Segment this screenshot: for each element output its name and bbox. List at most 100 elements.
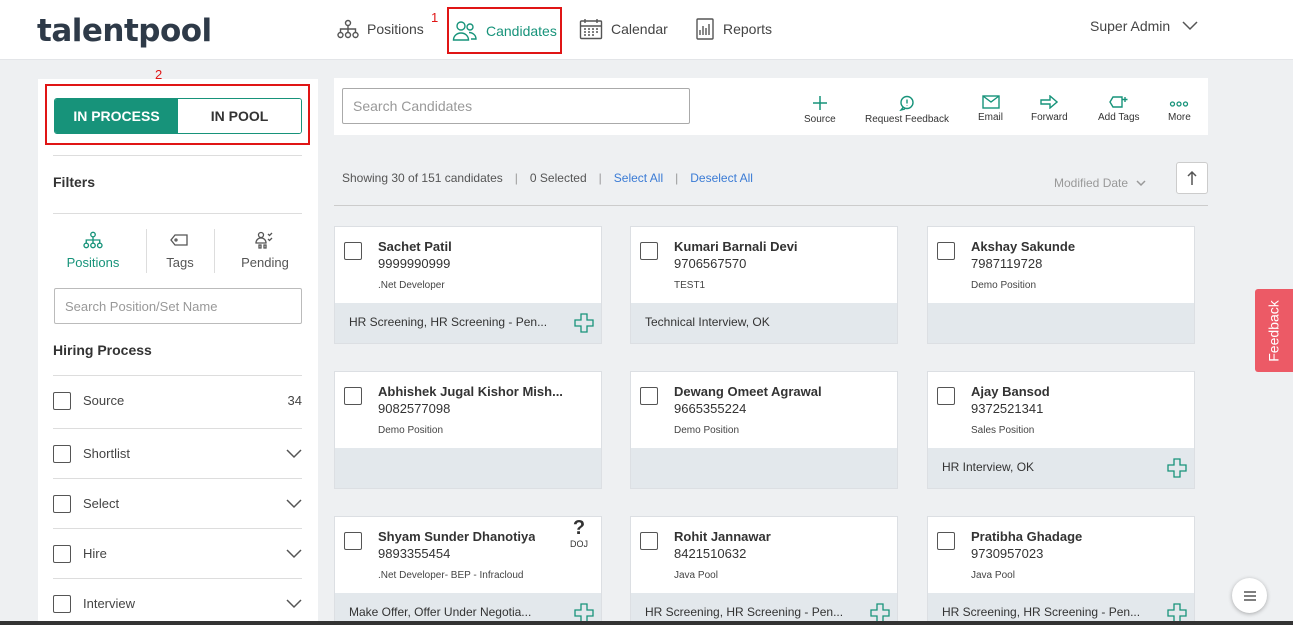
- candidate-card[interactable]: Sachet Patil 9999990999 .Net Developer H…: [334, 226, 602, 344]
- in-process-button[interactable]: IN PROCESS: [55, 99, 178, 133]
- nav-candidates[interactable]: Candidates: [447, 7, 562, 54]
- move-stage-icon[interactable]: [574, 603, 594, 623]
- candidate-checkbox[interactable]: [640, 242, 658, 260]
- candidate-checkbox[interactable]: [344, 242, 362, 260]
- candidate-name[interactable]: Pratibha Ghadage: [971, 529, 1082, 544]
- email-button[interactable]: Email: [978, 95, 1003, 123]
- separator: |: [675, 171, 679, 185]
- filter-sidebar: IN PROCESS IN POOL Filters Positions Tag…: [38, 79, 318, 625]
- user-menu[interactable]: Super Admin: [1090, 18, 1198, 34]
- stage-row-hire[interactable]: Hire: [53, 528, 302, 578]
- candidate-name[interactable]: Shyam Sunder Dhanotiya: [378, 529, 535, 544]
- filter-tab-positions[interactable]: Positions: [53, 231, 133, 270]
- menu-icon: [1243, 590, 1256, 601]
- filter-tab-tags[interactable]: Tags: [140, 231, 220, 270]
- chevron-down-icon[interactable]: [286, 498, 302, 509]
- separator: |: [598, 171, 602, 185]
- arrow-up-icon: [1187, 170, 1197, 185]
- candidate-card[interactable]: Pratibha Ghadage 9730957023 Java Pool HR…: [927, 516, 1195, 625]
- candidate-checkbox[interactable]: [640, 532, 658, 550]
- more-button[interactable]: More: [1168, 95, 1191, 123]
- candidate-checkbox[interactable]: [937, 532, 955, 550]
- move-stage-icon[interactable]: [870, 603, 890, 623]
- nav-reports[interactable]: Reports: [695, 0, 772, 58]
- stage-label: Source: [83, 393, 125, 408]
- candidate-phone: 9706567570: [674, 256, 747, 271]
- candidate-name[interactable]: Abhishek Jugal Kishor Mish...: [378, 384, 563, 399]
- candidate-card[interactable]: Ajay Bansod 9372521341 Sales Position HR…: [927, 371, 1195, 489]
- candidate-checkbox[interactable]: [937, 387, 955, 405]
- stage-row-select[interactable]: Select: [53, 478, 302, 528]
- users-icon: [452, 20, 477, 41]
- filter-tab-pending[interactable]: Pending: [225, 231, 305, 270]
- candidate-name[interactable]: Ajay Bansod: [971, 384, 1050, 399]
- in-pool-button[interactable]: IN POOL: [178, 99, 301, 133]
- stage-label: Interview: [83, 596, 136, 611]
- candidate-phone: 9372521341: [971, 401, 1044, 416]
- request-feedback-button[interactable]: Request Feedback: [865, 95, 949, 125]
- question-icon: ?: [572, 517, 586, 539]
- candidate-checkbox[interactable]: [344, 532, 362, 550]
- candidate-name[interactable]: Akshay Sakunde: [971, 239, 1075, 254]
- candidate-card[interactable]: Akshay Sakunde 7987119728 Demo Position: [927, 226, 1195, 344]
- nav-candidates-label: Candidates: [486, 22, 557, 39]
- stage-text: HR Screening, HR Screening - Pen...: [645, 605, 844, 619]
- stage-label: Shortlist: [83, 446, 130, 461]
- selection-info-bar: Showing 30 of 151 candidates | 0 Selecte…: [342, 171, 753, 185]
- nav-calendar[interactable]: Calendar: [579, 0, 668, 58]
- candidate-name[interactable]: Sachet Patil: [378, 239, 452, 254]
- stage-checkbox[interactable]: [53, 594, 71, 613]
- stage-checkbox[interactable]: [53, 544, 71, 563]
- doj-indicator[interactable]: ? DOJ: [570, 517, 588, 549]
- candidate-name[interactable]: Rohit Jannawar: [674, 529, 771, 544]
- candidate-stage: [928, 303, 1194, 343]
- nav-calendar-label: Calendar: [611, 21, 668, 37]
- candidate-search-input[interactable]: [342, 88, 690, 124]
- move-stage-icon[interactable]: [1167, 458, 1187, 478]
- move-stage-icon[interactable]: [574, 313, 594, 333]
- candidate-card[interactable]: Rohit Jannawar 8421510632 Java Pool HR S…: [630, 516, 898, 625]
- candidate-checkbox[interactable]: [937, 242, 955, 260]
- candidate-checkbox[interactable]: [344, 387, 362, 405]
- stage-checkbox[interactable]: [53, 444, 71, 463]
- forward-button[interactable]: Forward: [1031, 95, 1068, 123]
- chevron-down-icon[interactable]: [286, 548, 302, 559]
- deselect-all-link[interactable]: Deselect All: [690, 171, 753, 185]
- candidate-position: Java Pool: [971, 570, 1015, 581]
- filters-title: Filters: [53, 174, 96, 190]
- move-stage-icon[interactable]: [1167, 603, 1187, 623]
- candidate-name[interactable]: Kumari Barnali Devi: [674, 239, 798, 254]
- envelope-icon: [981, 95, 1000, 109]
- stage-checkbox[interactable]: [53, 494, 71, 513]
- add-tags-button[interactable]: Add Tags: [1098, 95, 1140, 123]
- candidate-card[interactable]: Dewang Omeet Agrawal 9665355224 Demo Pos…: [630, 371, 898, 489]
- candidate-card[interactable]: Abhishek Jugal Kishor Mish... 9082577098…: [334, 371, 602, 489]
- stage-row-interview[interactable]: Interview: [53, 578, 302, 625]
- stage-count: 34: [287, 393, 302, 408]
- chevron-down-icon[interactable]: [286, 598, 302, 609]
- forward-arrow-icon: [1040, 95, 1059, 109]
- stage-checkbox[interactable]: [53, 391, 71, 410]
- candidate-card[interactable]: Kumari Barnali Devi 9706567570 TEST1 Tec…: [630, 226, 898, 344]
- bottom-bar: [0, 621, 1293, 625]
- candidate-position: Java Pool: [674, 570, 718, 581]
- candidate-card[interactable]: Shyam Sunder Dhanotiya 9893355454 .Net D…: [334, 516, 602, 625]
- chevron-down-icon[interactable]: [286, 448, 302, 459]
- stage-row-shortlist[interactable]: Shortlist: [53, 428, 302, 478]
- stage-row-source[interactable]: Source 34: [53, 375, 302, 425]
- position-search-input[interactable]: [54, 288, 302, 324]
- sort-direction-button[interactable]: [1176, 162, 1208, 194]
- source-button[interactable]: Source: [804, 95, 836, 125]
- floating-menu-button[interactable]: [1232, 578, 1267, 613]
- select-all-link[interactable]: Select All: [614, 171, 663, 185]
- request-feedback-label: Request Feedback: [865, 114, 949, 125]
- divider: [214, 229, 215, 273]
- app-header: talentpool Positions 1 Candidates Calend…: [0, 0, 1293, 60]
- candidate-name[interactable]: Dewang Omeet Agrawal: [674, 384, 822, 399]
- logo[interactable]: talentpool: [37, 13, 212, 49]
- nav-positions[interactable]: Positions: [337, 0, 424, 58]
- candidate-checkbox[interactable]: [640, 387, 658, 405]
- feedback-tab[interactable]: Feedback: [1255, 289, 1293, 372]
- candidate-position: Demo Position: [378, 425, 444, 436]
- sort-dropdown[interactable]: Modified Date: [1054, 176, 1146, 190]
